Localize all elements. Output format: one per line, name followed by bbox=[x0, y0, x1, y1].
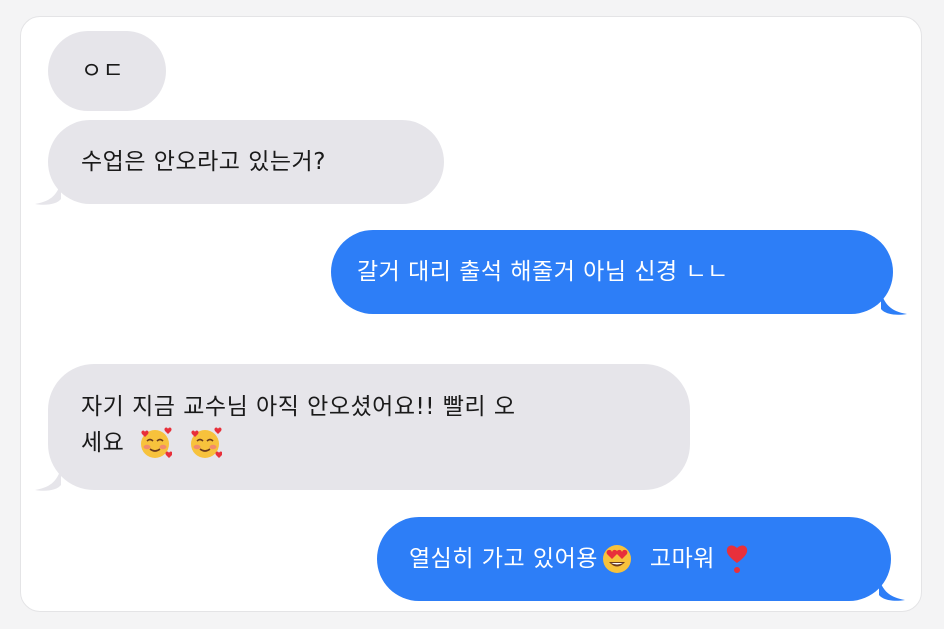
received-bubble-tail bbox=[35, 183, 61, 205]
message-text: 갈거 대리 출석 해줄거 아님 신경 ㄴㄴ bbox=[357, 259, 729, 285]
message-text: ㅇㄷ bbox=[81, 58, 125, 84]
heart-eyes-icon bbox=[600, 542, 634, 576]
sent-bubble-tail bbox=[881, 293, 907, 315]
heart-exclamation-icon bbox=[725, 544, 749, 574]
received-message-bubble: ㅇㄷ bbox=[48, 31, 166, 111]
sent-message-bubble: 갈거 대리 출석 해줄거 아님 신경 ㄴㄴ bbox=[331, 230, 893, 314]
received-message-bubble: 자기 지금 교수님 아직 안오셨어요!! 빨리 오 세요 bbox=[48, 364, 690, 490]
smiling-face-with-hearts-icon bbox=[138, 426, 173, 460]
received-message-bubble: 수업은 안오라고 있는거? bbox=[48, 120, 444, 204]
message-text: 고마워 bbox=[649, 546, 715, 572]
smiling-face-with-hearts-icon bbox=[188, 426, 223, 460]
message-text: 열심히 가고 있어용 bbox=[409, 546, 598, 572]
sent-bubble-tail bbox=[879, 579, 905, 601]
chat-conversation: ㅇㄷ 수업은 안오라고 있는거? 갈거 대리 출석 해줄거 아님 신경 ㄴㄴ 자… bbox=[20, 16, 922, 612]
sent-message-bubble: 열심히 가고 있어용 고마워 bbox=[377, 517, 891, 601]
message-text-line: 자기 지금 교수님 아직 안오셨어요!! 빨리 오 bbox=[81, 394, 516, 420]
received-bubble-tail bbox=[35, 469, 61, 491]
message-text-line: 세요 bbox=[81, 430, 125, 456]
message-text: 수업은 안오라고 있는거? bbox=[81, 149, 326, 175]
